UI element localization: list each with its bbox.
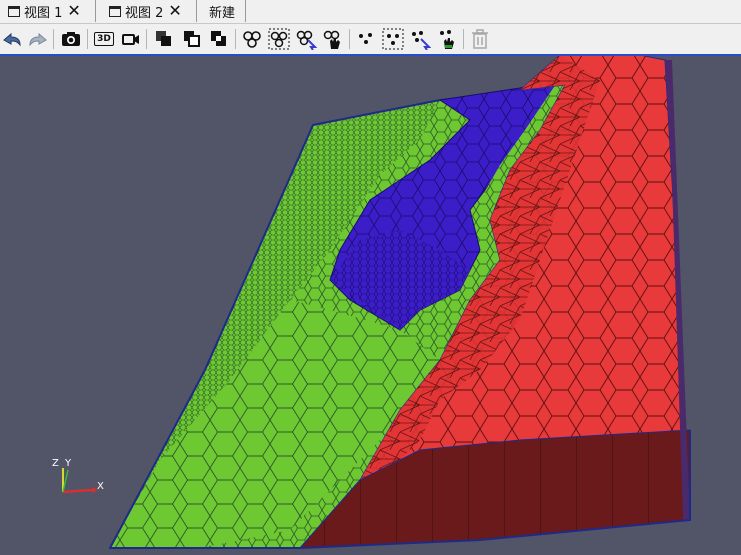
close-icon[interactable]: ✕ bbox=[67, 3, 80, 19]
axis-z-label: Z bbox=[52, 458, 59, 469]
mesh-render bbox=[108, 56, 691, 549]
tab-label: 视图 1 bbox=[24, 5, 63, 21]
tab-bar: 视图 1 ✕ 视图 2 ✕ 新建 bbox=[0, 0, 741, 24]
select-cells-hand-icon[interactable] bbox=[321, 27, 345, 51]
layer-split-icon[interactable] bbox=[207, 27, 231, 51]
reset-camera-back-icon[interactable] bbox=[0, 27, 24, 51]
clear-selection-trash-icon[interactable] bbox=[468, 27, 492, 51]
select-cells-icon[interactable] bbox=[240, 27, 264, 51]
render-view[interactable]: Z Y X bbox=[0, 56, 741, 555]
tab-label: 视图 2 bbox=[125, 5, 164, 21]
select-cells-frustum-icon[interactable] bbox=[267, 27, 291, 51]
layer-back-icon[interactable] bbox=[180, 27, 204, 51]
tab-view-1[interactable]: 视图 1 ✕ bbox=[0, 0, 96, 22]
reset-camera-forward-icon[interactable] bbox=[26, 27, 50, 51]
3d-label: 3D bbox=[94, 32, 114, 46]
select-cells-interactive-icon[interactable] bbox=[294, 27, 318, 51]
view-toolbar: 3D bbox=[0, 24, 741, 54]
screenshot-camera-icon[interactable] bbox=[59, 27, 83, 51]
orientation-axes: Z Y X bbox=[50, 458, 110, 500]
select-points-icon[interactable] bbox=[354, 27, 378, 51]
tab-label: 新建 bbox=[209, 5, 236, 21]
record-camera-icon[interactable] bbox=[119, 27, 143, 51]
select-points-frustum-icon[interactable] bbox=[381, 27, 405, 51]
3d-toggle-icon[interactable]: 3D bbox=[92, 27, 116, 51]
select-points-hand-icon[interactable] bbox=[435, 27, 459, 51]
select-points-interactive-icon[interactable] bbox=[408, 27, 432, 51]
tab-view-2[interactable]: 视图 2 ✕ bbox=[97, 0, 197, 22]
axis-x-label: X bbox=[97, 481, 104, 492]
layer-front-icon[interactable] bbox=[152, 27, 176, 51]
window-icon bbox=[109, 5, 121, 17]
window-icon bbox=[8, 5, 20, 17]
close-icon[interactable]: ✕ bbox=[168, 3, 181, 19]
tab-new[interactable]: 新建 bbox=[198, 0, 246, 22]
axis-y-label: Y bbox=[65, 458, 72, 469]
